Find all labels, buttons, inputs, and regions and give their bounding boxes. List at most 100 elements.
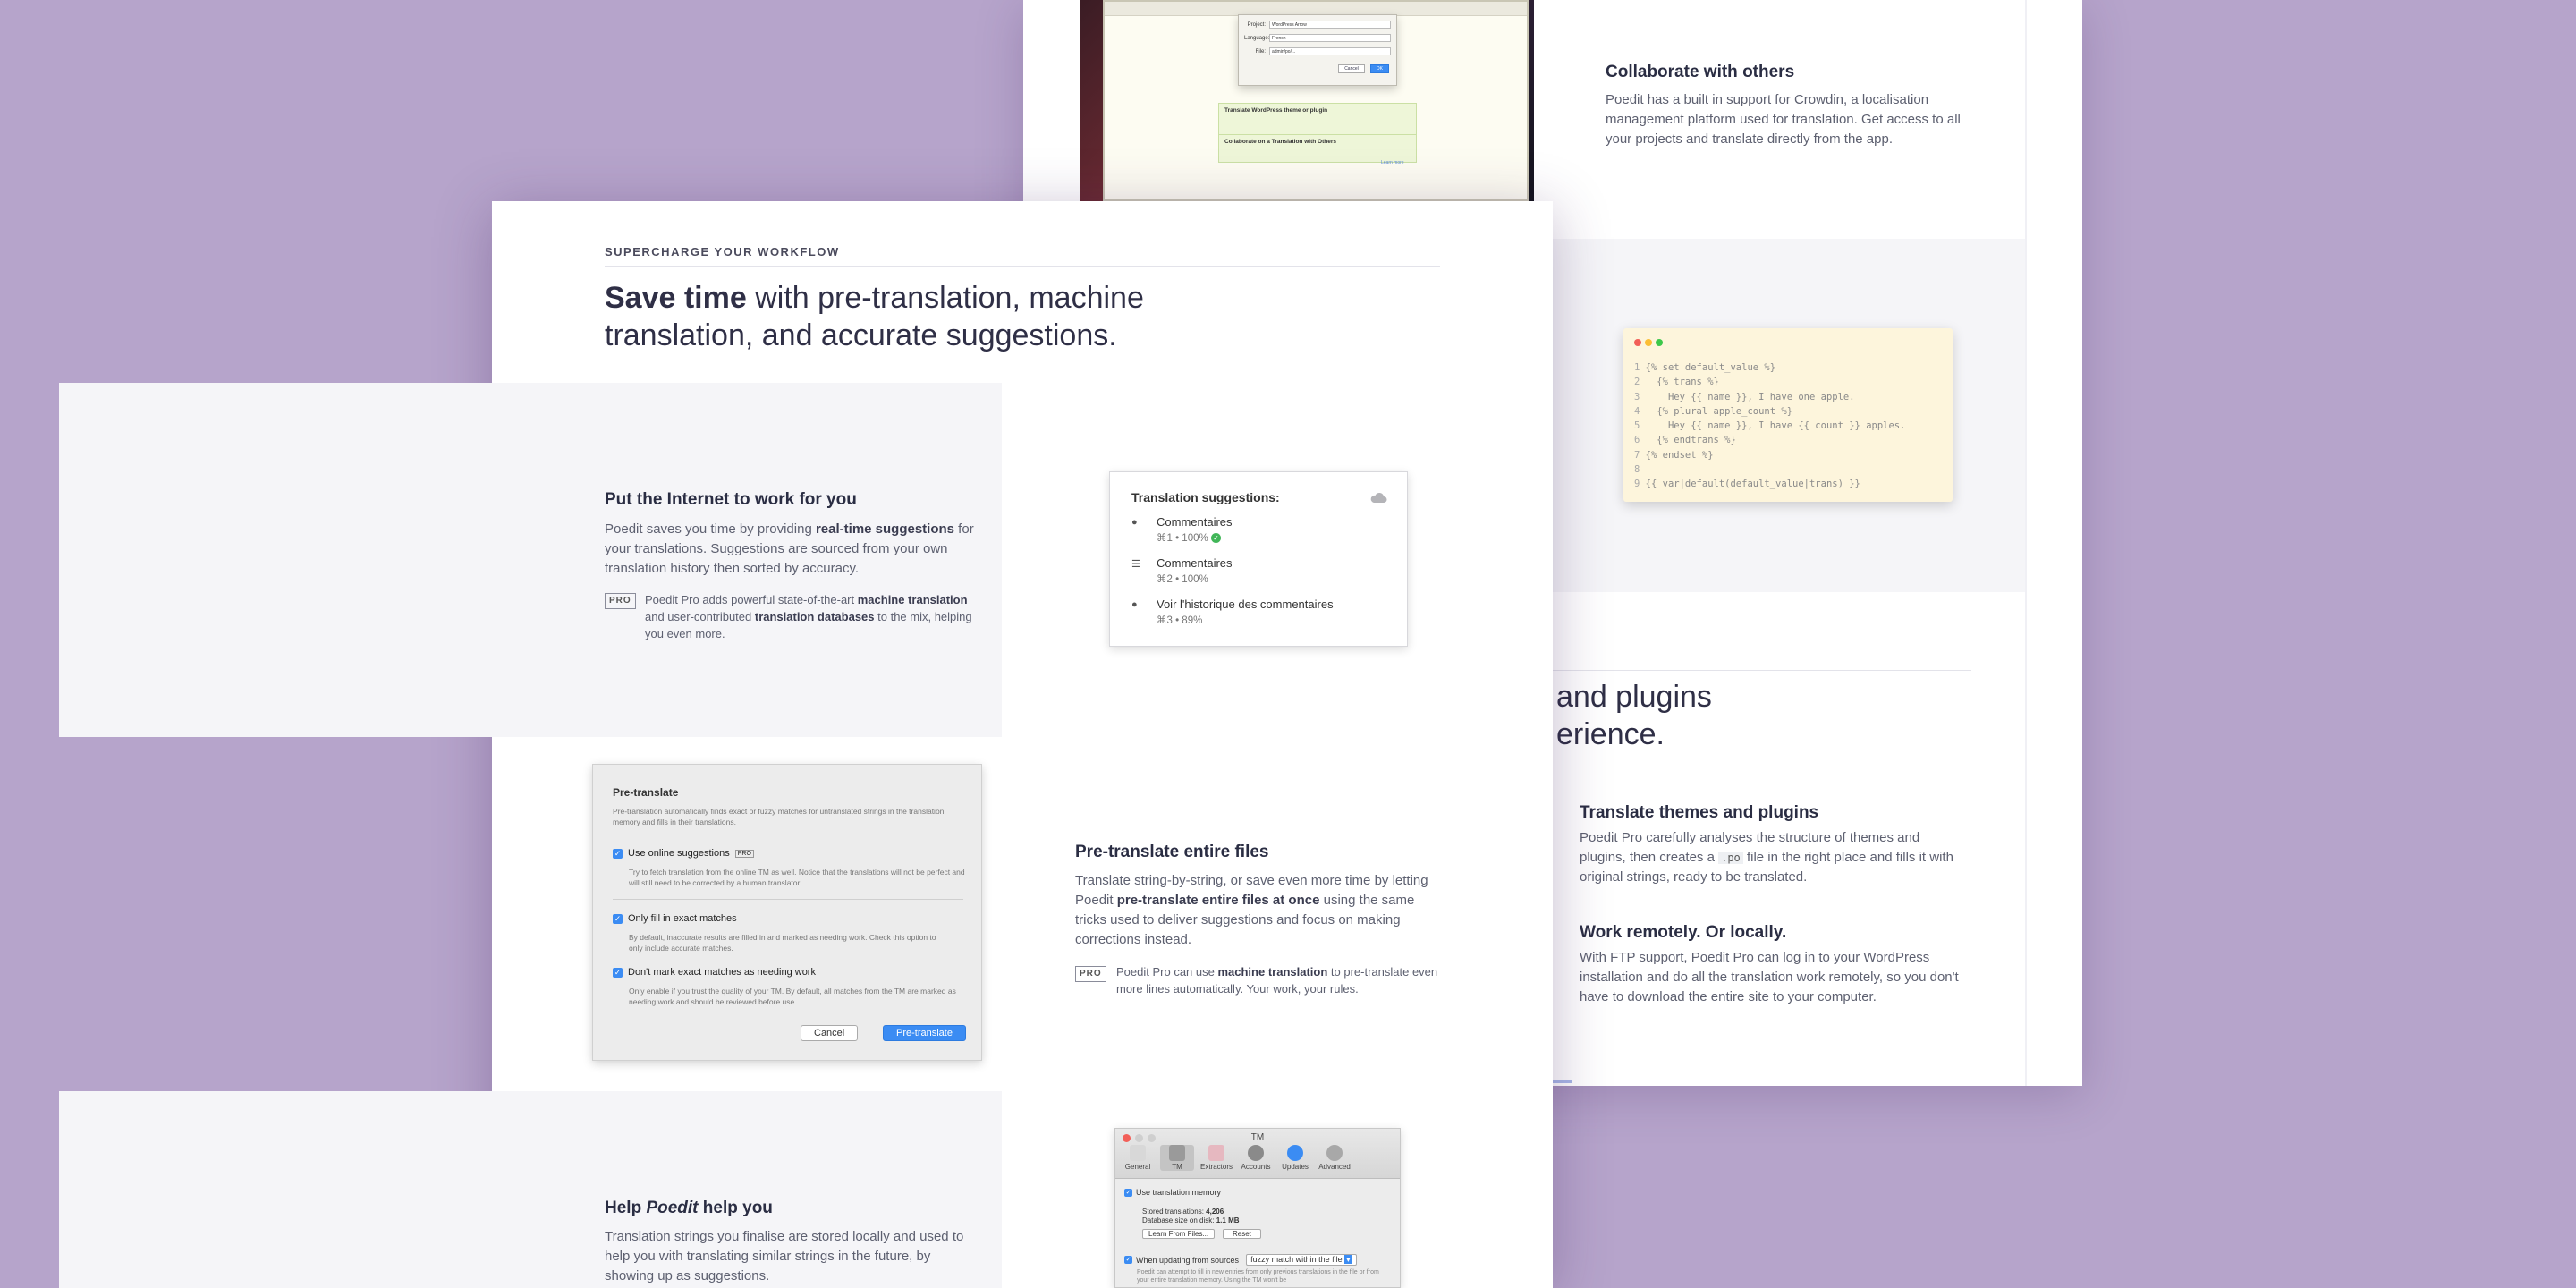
code-text: {% set default_value %} — [1645, 362, 1776, 373]
help-title-c: help you — [698, 1199, 773, 1217]
file-select[interactable]: admin/po/... — [1269, 47, 1391, 55]
opt3-desc: Only enable if you trust the quality of … — [629, 987, 956, 1006]
help-title-b: Poedit — [646, 1199, 699, 1217]
plugins-heading-line1: and plugins — [1556, 680, 1712, 714]
window-toolbar: TM General TM Extractors Accounts Update… — [1115, 1129, 1400, 1179]
tab-label: Updates — [1282, 1163, 1309, 1171]
tab-tm[interactable]: TM — [1160, 1145, 1194, 1171]
project-select[interactable]: WordPress Arrow — [1269, 21, 1391, 29]
language-label: Language: — [1244, 35, 1270, 41]
suggestion-item[interactable]: ● Voir l'historique des commentaires ⌘3 •… — [1131, 597, 1334, 626]
language-select[interactable]: French — [1269, 34, 1391, 42]
use-tm-checkbox[interactable]: ✓ Use translation memory — [1124, 1188, 1221, 1197]
code-text: {{ var|default(default_value|trans) }} — [1645, 479, 1860, 490]
po-code: .po — [1718, 852, 1743, 864]
code-sample-card: 1 {% set default_value %} 2 {% trans %} 3 … — [1623, 328, 1953, 502]
suggestion-meta: ⌘2 • 100% — [1157, 574, 1208, 585]
opt2-desc: By default, inaccurate results are fille… — [629, 933, 936, 953]
opt1-desc: Try to fetch translation from the online… — [629, 868, 965, 887]
window-controls — [1634, 339, 1663, 346]
code-line: 2 {% trans %} — [1634, 375, 1905, 389]
suggestions-title: Translation suggestions: — [1131, 490, 1280, 504]
match-select-value: fuzzy match within the file — [1250, 1255, 1343, 1264]
code-text: {% trans %} — [1645, 377, 1719, 388]
pro-text-a: Poedit Pro can use — [1116, 965, 1218, 979]
match-select[interactable]: fuzzy match within the file ▾ — [1246, 1254, 1357, 1266]
project-label: Project: — [1247, 21, 1266, 28]
tab-label: TM — [1172, 1163, 1182, 1171]
help-title: Help Poedit help you — [605, 1199, 773, 1218]
suggestion-item[interactable]: ☰ Commentaires ⌘2 • 100% — [1131, 556, 1233, 585]
dialog-cancel-button[interactable]: Cancel — [1338, 64, 1365, 73]
divider — [605, 266, 1440, 267]
suggestions-card: Translation suggestions: ● Commentaires ⌘… — [1109, 471, 1408, 647]
code-line: 5 Hey {{ name }}, I have {{ count }} app… — [1634, 419, 1905, 433]
hero-bold: Save time — [605, 281, 747, 315]
tab-accounts[interactable]: Accounts — [1239, 1145, 1273, 1171]
code-line: 9 {{ var|default(default_value|trans) }} — [1634, 477, 1905, 491]
cancel-button[interactable]: Cancel — [801, 1025, 859, 1041]
tab-advanced[interactable]: Advanced — [1318, 1145, 1352, 1171]
collab-text: Poedit has a built in support for Crowdi… — [1606, 92, 1961, 147]
code-block: 1 {% set default_value %} 2 {% trans %} 3 … — [1634, 360, 1905, 492]
pro-badge: PRO — [605, 593, 636, 609]
opt2-label: Only fill in exact matches — [628, 913, 737, 924]
tab-general[interactable]: General — [1121, 1145, 1155, 1171]
pretranslate-dialog: Pre-translate Pre-translation automatica… — [592, 764, 982, 1061]
code-text: {% endtrans %} — [1645, 435, 1736, 446]
suggestion-meta: ⌘1 • 100% — [1157, 533, 1208, 544]
wp-translate-title: Translate WordPress theme or plugin — [1224, 107, 1328, 114]
window-title: TM — [1250, 1132, 1265, 1142]
tab-extractors[interactable]: Extractors — [1199, 1145, 1233, 1171]
online-suggestions-checkbox[interactable]: ✓ Use online suggestions PRO — [613, 848, 754, 859]
collab-item[interactable]: Collaborate on a Translation with Others — [1218, 134, 1417, 163]
pretranslate-title: Pre-translate entire files — [1075, 843, 1269, 861]
suggestion-text: Commentaires — [1157, 515, 1233, 529]
person-icon: ● — [1131, 517, 1138, 528]
learn-from-files-button[interactable]: Learn From Files... — [1142, 1229, 1216, 1239]
database-size: Database size on disk: 1.1 MB — [1142, 1216, 1240, 1224]
reset-button[interactable]: Reset — [1223, 1229, 1261, 1239]
collab-item-title: Collaborate on a Translation with Others — [1224, 139, 1336, 145]
pretranslate-button[interactable]: Pre-translate — [883, 1025, 966, 1041]
suggestion-item[interactable]: ● Commentaires ⌘1 • 100% ✓ — [1131, 515, 1233, 544]
dont-mark-checkbox[interactable]: ✓ Don't mark exact matches as needing wor… — [613, 967, 816, 978]
internet-text-b: real-time suggestions — [815, 521, 955, 537]
db-label: Database size on disk: — [1142, 1216, 1215, 1224]
line-number: 2 — [1634, 377, 1646, 388]
more-link[interactable]: Learn more — [1381, 160, 1404, 165]
checkbox-checked-icon: ✓ — [613, 967, 623, 978]
line-number: 8 — [1634, 464, 1646, 476]
cloud-icon — [1370, 492, 1387, 503]
opt1-label: Use online suggestions — [628, 848, 730, 859]
hero-rest1: with pre-translation, machine — [746, 281, 1144, 315]
database-icon: ☰ — [1131, 559, 1140, 570]
help-title-a: Help — [605, 1199, 647, 1217]
line-number: 6 — [1634, 435, 1646, 446]
pro-text-b: machine translation — [857, 593, 968, 606]
hero-rest2: translation, and accurate suggestions. — [605, 318, 1117, 352]
themes-text: Poedit Pro carefully analyses the struct… — [1580, 828, 1964, 887]
pretranslate-pro-text: Poedit Pro can use machine translation t… — [1116, 963, 1438, 997]
exact-matches-checkbox[interactable]: ✓ Only fill in exact matches — [613, 913, 737, 924]
tab-label: Advanced — [1318, 1163, 1351, 1171]
when-updating-checkbox[interactable]: ✓ When updating from sources fuzzy match w… — [1124, 1254, 1357, 1266]
divider — [1553, 670, 1971, 671]
general-icon — [1130, 1145, 1146, 1161]
link-underline — [1553, 1080, 1572, 1083]
internet-text: Poedit saves you time by providing real-… — [605, 520, 979, 579]
when-updating-label: When updating from sources — [1136, 1255, 1240, 1265]
line-number: 5 — [1634, 420, 1646, 432]
tm-fine-print: Poedit can attempt to fill in new entrie… — [1137, 1269, 1379, 1284]
stored-value: 4,206 — [1206, 1208, 1224, 1216]
suggestion-text: Commentaires — [1157, 556, 1233, 570]
crowdin-dialog: Project: WordPress Arrow Language: French … — [1238, 14, 1397, 86]
plugins-heading-line2: erience. — [1556, 717, 1665, 751]
code-line: 4 {% plural apple_count %} — [1634, 404, 1905, 419]
tab-updates[interactable]: Updates — [1278, 1145, 1312, 1171]
tab-label: General — [1124, 1163, 1151, 1171]
opt1-pro-badge: PRO — [734, 849, 754, 858]
pretranslate-dialog-title: Pre-translate — [613, 786, 679, 799]
dialog-ok-button[interactable]: OK — [1369, 64, 1389, 73]
pretranslate-text: Translate string-by-string, or save even… — [1075, 871, 1449, 950]
